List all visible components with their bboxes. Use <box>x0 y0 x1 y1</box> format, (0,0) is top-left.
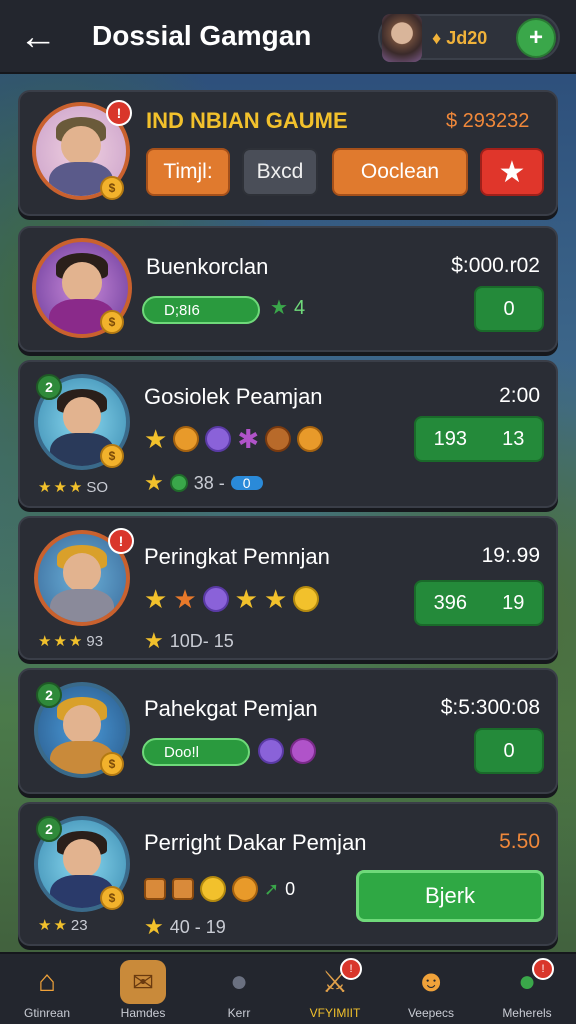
notification-badge: ! <box>340 958 362 980</box>
candy-icon <box>290 738 316 764</box>
player-action-box[interactable]: 0 <box>474 728 544 774</box>
star-rating: ★ ★ ★ 93 <box>38 632 104 651</box>
player-name: Peringkat Pemnjan <box>144 544 330 569</box>
home-icon: ⌂ <box>37 965 57 998</box>
crate-icon <box>144 878 166 900</box>
star-icon: ★ <box>263 584 288 614</box>
reward-meta: ★ 38 - 0 <box>144 472 263 494</box>
coin-badge-icon: $ <box>100 176 124 200</box>
reward-icons <box>258 738 316 764</box>
arrow-icon: ➚ <box>264 879 280 899</box>
add-coins-button[interactable]: + <box>516 18 556 58</box>
player-score: 5.50 <box>499 830 540 853</box>
player-name: Gosiolek Peamjan <box>144 384 323 409</box>
coin-balance: ♦ Jd20 <box>432 28 488 48</box>
nav-meherels[interactable]: ● ! Meherels <box>486 958 568 1024</box>
action-button[interactable]: Bjerk <box>356 870 544 922</box>
star-icon: ★ <box>144 470 164 495</box>
tab-ooclean[interactable]: Ooclean <box>332 148 468 196</box>
rock-icon: ● <box>229 965 249 998</box>
player-tag-pill: D;8I6 <box>142 296 260 324</box>
rank-badge: 2 <box>36 816 62 842</box>
nav-messages[interactable]: ✉ Hamdes <box>102 960 184 1024</box>
coin-badge-icon: $ <box>100 444 124 468</box>
profile-currency-pill[interactable]: ♦ Jd20 + <box>378 14 560 62</box>
player-name: Perright Dakar Pemjan <box>144 830 367 855</box>
coin-icon: ♦ <box>432 28 442 48</box>
smiley-icon <box>232 876 258 902</box>
player-score: 19:.99 <box>481 544 540 567</box>
nav-kerr[interactable]: ● Kerr <box>198 960 280 1024</box>
notification-badge: ! <box>532 958 554 980</box>
coin-icon <box>200 876 226 902</box>
coin-icon <box>293 586 320 612</box>
alert-badge: ! <box>108 528 134 554</box>
orange-star-icon: ★ <box>173 584 197 614</box>
reward-meta: ★ 40 - 19 <box>144 914 226 939</box>
progress-pill: 0 <box>230 476 263 490</box>
player-card[interactable]: 2 $ ★ ★ 23 Perright Dakar Pemjan 5.50 ➚ 0 … <box>18 802 558 946</box>
star-icon: ★ <box>144 628 164 653</box>
rank-badge: 2 <box>36 374 62 400</box>
close-star-button[interactable]: ★ <box>480 148 544 196</box>
player-stats-box[interactable]: 396 19 <box>414 580 544 626</box>
bottom-navigation: ⌂ Gtinrean ✉ Hamdes ● Kerr ⚔ ! VFYIMIIT … <box>0 952 576 1024</box>
player-score: $:000.r02 <box>451 254 540 277</box>
player-name: Buenkorclan <box>146 254 269 279</box>
user-avatar[interactable] <box>382 14 422 62</box>
nav-vfyimiit[interactable]: ⚔ ! VFYIMIIT <box>294 958 376 1024</box>
featured-amount: $ 293232 <box>446 110 530 132</box>
flower-icon: ✱ <box>237 424 260 454</box>
player-card[interactable]: ! ★ ★ ★ 93 Peringkat Pemnjan 19:.99 ★ ★ ★ ★… <box>18 516 558 660</box>
top-header: ← Dossial Gamgan ♦ Jd20 + <box>0 0 576 74</box>
player-card[interactable]: 2 $ Pahekgat Pemjan $:5:300:08 Doo!l 0 <box>18 668 558 794</box>
coin-badge-icon: $ <box>100 752 124 776</box>
coin-badge-icon: $ <box>100 310 124 334</box>
featured-card: ! $ IND NBIAN GAUME $ 293232 Timjl: Bxcd… <box>18 90 558 216</box>
reward-icons: ★ ✱ <box>144 424 324 454</box>
star-icon: ★ <box>144 424 168 454</box>
featured-title: IND NBIAN GAUME <box>146 108 348 133</box>
star-icon: ★ <box>144 584 168 614</box>
star-rating: ★ ★ ★ SO <box>38 478 109 497</box>
alert-badge: ! <box>106 100 132 126</box>
tab-timjl[interactable]: Timjl: <box>146 148 230 196</box>
nav-home[interactable]: ⌂ Gtinrean <box>6 960 88 1024</box>
leaf-icon <box>169 474 188 492</box>
cookie-icon <box>265 426 292 452</box>
green-star-icon: ★ <box>270 297 288 319</box>
crate-icon <box>172 878 194 900</box>
reward-icons: ➚ 0 <box>144 876 295 902</box>
reward-meta: ★ 10D- 15 <box>144 628 234 653</box>
player-tag-pill: Doo!l <box>142 738 250 766</box>
player-stats-box[interactable]: 193 13 <box>414 416 544 462</box>
player-name: Pahekgat Pemjan <box>144 696 318 721</box>
nav-veepecs[interactable]: ☻ Veepecs <box>390 960 472 1024</box>
rank-badge: 2 <box>36 682 62 708</box>
player-card[interactable]: $ Buenkorclan $:000.r02 D;8I6 ★ 4 0 <box>18 226 558 352</box>
player-extras: ★ 4 <box>270 297 306 319</box>
gem-icon <box>205 426 232 452</box>
tab-bxcd[interactable]: Bxcd <box>242 148 318 196</box>
player-score: 2:00 <box>499 384 540 407</box>
star-rating: ★ ★ 23 <box>38 916 88 935</box>
star-icon: ★ <box>144 914 164 939</box>
player-card[interactable]: 2 $ ★ ★ ★ SO Gosiolek Peamjan 2:00 ★ ✱ ★ 38… <box>18 360 558 508</box>
coin-icon <box>173 426 200 452</box>
mail-icon: ✉ <box>120 960 166 1004</box>
star-icon: ★ <box>234 584 258 614</box>
player-score: $:5:300:08 <box>440 696 540 719</box>
player-action-box[interactable]: 0 <box>474 286 544 332</box>
coin-badge-icon: $ <box>100 886 124 910</box>
gem-icon <box>202 586 229 612</box>
smiley-icon: ☻ <box>415 965 447 998</box>
back-arrow-icon[interactable]: ← <box>18 18 58 56</box>
page-title: Dossial Gamgan <box>92 20 312 51</box>
coin-icon <box>297 426 324 452</box>
gem-icon <box>258 738 284 764</box>
reward-icons: ★ ★ ★ ★ <box>144 584 320 614</box>
